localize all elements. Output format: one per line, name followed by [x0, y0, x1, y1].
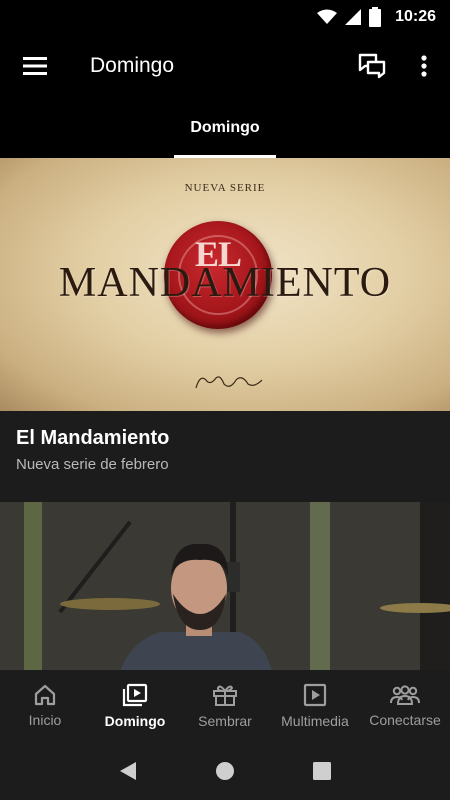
- tab-domingo[interactable]: Domingo: [174, 98, 276, 158]
- nav-label: Multimedia: [281, 713, 349, 729]
- nav-label: Inicio: [28, 712, 62, 728]
- tab-label: Domingo: [190, 119, 260, 136]
- system-navigation-bar: [0, 742, 450, 800]
- series-card[interactable]: El Mandamiento Nueva serie de febrero: [0, 411, 450, 502]
- group-icon: [390, 685, 420, 705]
- series-banner[interactable]: NUEVA SERIE EL MANDAMIENTO: [0, 158, 450, 411]
- page-title: Domingo: [90, 54, 175, 77]
- chat-icon: [358, 53, 386, 79]
- nav-label: Domingo: [104, 713, 166, 729]
- home-icon: [34, 684, 56, 706]
- tab-bar: Domingo: [0, 98, 450, 158]
- banner-title: MANDAMIENTO: [58, 260, 392, 306]
- battery-icon: [369, 7, 382, 27]
- more-vert-icon: [421, 55, 427, 77]
- nav-label: Sembrar: [198, 713, 252, 729]
- card-title: El Mandamiento: [16, 427, 170, 449]
- nav-item-conectarse[interactable]: Conectarse: [360, 670, 450, 742]
- nav-item-domingo[interactable]: Domingo: [90, 670, 180, 742]
- gift-icon: [213, 685, 237, 706]
- media-thumbnail[interactable]: [0, 502, 450, 670]
- app-bar: Domingo: [0, 34, 450, 98]
- play-icon: [303, 683, 327, 707]
- nav-item-multimedia[interactable]: Multimedia: [270, 670, 360, 742]
- hamburger-menu-icon: [23, 57, 47, 75]
- back-icon[interactable]: [119, 761, 137, 781]
- status-time: 10:26: [395, 8, 436, 25]
- signature-logo: [195, 376, 263, 389]
- card-subtitle: Nueva serie de febrero: [16, 456, 169, 473]
- nav-item-sembrar[interactable]: Sembrar: [180, 670, 270, 742]
- nav-item-inicio[interactable]: Inicio: [0, 670, 90, 742]
- menu-button[interactable]: [0, 34, 70, 98]
- status-bar: 10:26: [0, 0, 450, 34]
- home-circle-icon[interactable]: [215, 761, 235, 781]
- banner-kicker: NUEVA SERIE: [184, 182, 266, 194]
- more-options-button[interactable]: [398, 34, 450, 98]
- cellular-signal-icon: [345, 9, 362, 25]
- content-feed[interactable]: NUEVA SERIE EL MANDAMIENTO El Mandamient…: [0, 158, 450, 670]
- wifi-icon: [317, 9, 338, 24]
- bottom-navigation: Inicio Domingo Sembrar Multimedia Conect…: [0, 670, 450, 742]
- thumbnail-photo: [0, 502, 450, 670]
- chat-button[interactable]: [346, 34, 398, 98]
- recents-icon[interactable]: [313, 762, 331, 780]
- nav-label: Conectarse: [369, 712, 441, 728]
- video-library-icon: [122, 683, 148, 707]
